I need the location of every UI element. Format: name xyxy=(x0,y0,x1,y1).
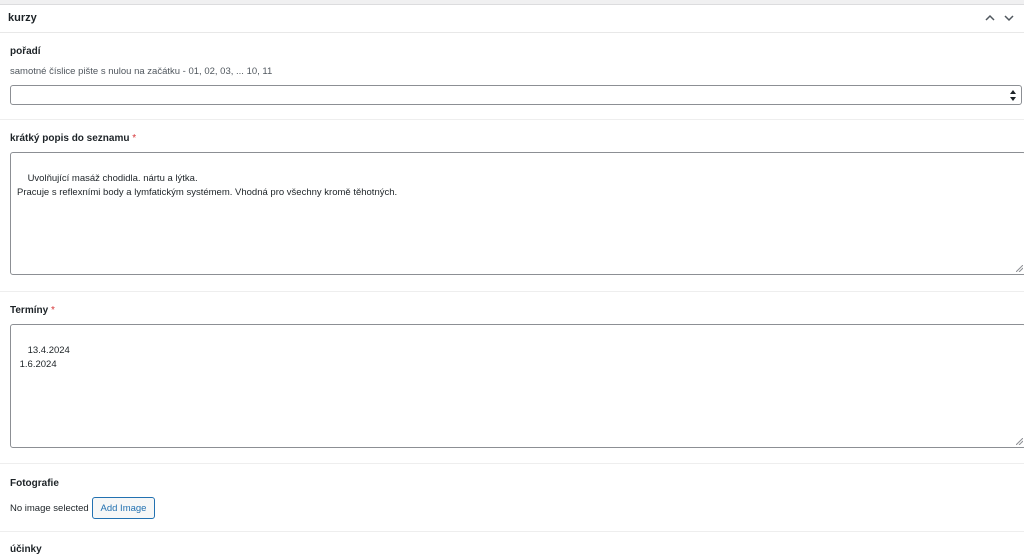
field-divider xyxy=(0,291,1024,292)
panel-title: kurzy xyxy=(8,12,37,24)
resize-handle-icon[interactable] xyxy=(1016,265,1023,272)
required-mark: * xyxy=(50,305,55,316)
panel-header: kurzy xyxy=(0,5,1024,33)
poradi-number-input[interactable] xyxy=(10,85,1022,105)
kratky-popis-textarea[interactable]: Uvolňující masáž chodidla. nártu a lýtka… xyxy=(10,152,1024,275)
kratky-popis-label: krátký popis do seznamu * xyxy=(10,133,136,144)
spin-down-icon xyxy=(1010,97,1016,101)
kurzy-panel: kurzy pořadí samotné číslice pište s nul… xyxy=(0,4,1024,554)
terminy-textarea[interactable]: 13.4.2024 1.6.2024 xyxy=(10,324,1024,448)
field-divider xyxy=(0,531,1024,532)
move-up-button[interactable] xyxy=(982,10,998,26)
move-down-button[interactable] xyxy=(1001,10,1017,26)
required-mark: * xyxy=(132,133,137,144)
resize-handle-icon[interactable] xyxy=(1016,438,1023,445)
kratky-popis-label-text: krátký popis do seznamu xyxy=(10,133,130,144)
poradi-label: pořadí xyxy=(10,46,41,57)
fotografie-label: Fotografie xyxy=(10,478,59,489)
spin-up-icon xyxy=(1010,90,1016,94)
chevron-down-icon xyxy=(1004,15,1014,22)
kratky-popis-text: Uvolňující masáž chodidla. nártu a lýtka… xyxy=(17,173,398,198)
terminy-text: 13.4.2024 1.6.2024 xyxy=(19,345,70,370)
field-divider xyxy=(0,119,1024,120)
number-spinner[interactable] xyxy=(1009,90,1017,101)
poradi-description: samotné číslice pište s nulou na začátku… xyxy=(10,66,273,77)
image-status: No image selected xyxy=(10,503,89,514)
add-image-button[interactable]: Add Image xyxy=(92,497,155,519)
terminy-label: Termíny * xyxy=(10,305,55,316)
field-divider xyxy=(0,463,1024,464)
terminy-label-text: Termíny xyxy=(10,305,49,316)
chevron-up-icon xyxy=(985,14,995,21)
